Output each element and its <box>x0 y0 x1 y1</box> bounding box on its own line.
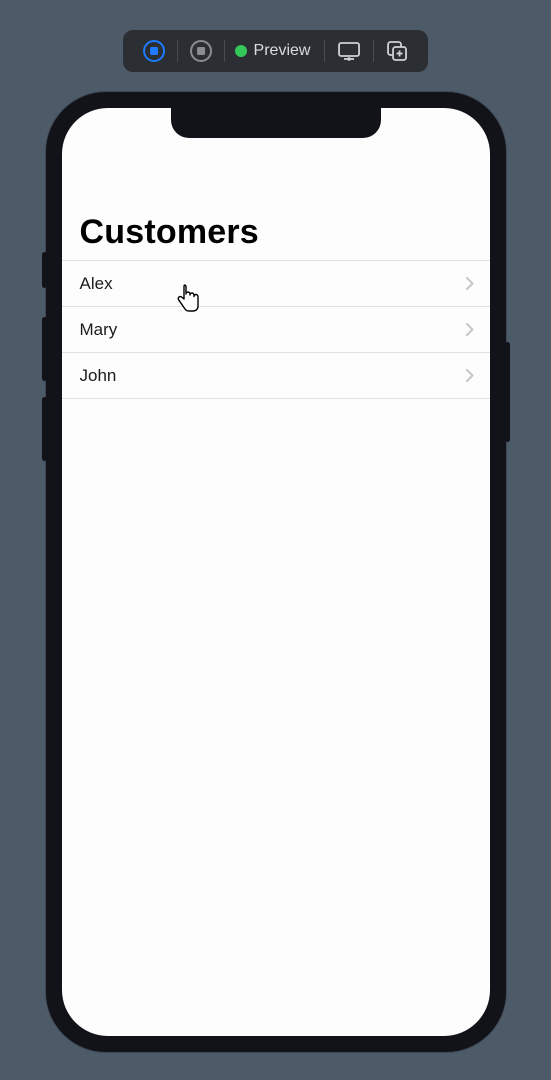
chevron-right-icon <box>466 277 474 290</box>
chevron-right-icon <box>466 323 474 336</box>
status-dot-icon <box>235 45 247 57</box>
page-title: Customers <box>62 213 490 260</box>
customer-list: Alex Mary John <box>62 260 490 399</box>
customer-name: John <box>80 366 117 386</box>
preview-label: Preview <box>254 42 311 60</box>
record-button[interactable] <box>180 36 222 66</box>
duplicate-button[interactable] <box>376 36 418 66</box>
customer-name: Alex <box>80 274 113 294</box>
duplicate-plus-icon <box>386 40 408 62</box>
toolbar-divider <box>177 40 178 62</box>
record-icon <box>190 40 212 62</box>
customer-row[interactable]: Mary <box>62 307 490 353</box>
phone-volume-up <box>42 317 47 381</box>
toolbar-divider <box>373 40 374 62</box>
stop-icon <box>143 40 165 62</box>
customer-row[interactable]: John <box>62 353 490 399</box>
toolbar-divider <box>324 40 325 62</box>
device-select-button[interactable] <box>327 36 371 66</box>
preview-button[interactable]: Preview <box>227 42 323 60</box>
toolbar-divider <box>224 40 225 62</box>
chevron-right-icon <box>466 369 474 382</box>
phone-power-button <box>505 342 510 442</box>
phone-silent-switch <box>42 252 47 288</box>
monitor-icon <box>337 41 361 61</box>
phone-screen: Customers Alex Mary John <box>62 108 490 1036</box>
simulator-toolbar: Preview <box>123 30 429 72</box>
phone-volume-down <box>42 397 47 461</box>
phone-notch <box>171 108 381 138</box>
phone-frame: Customers Alex Mary John <box>46 92 506 1052</box>
stop-button[interactable] <box>133 36 175 66</box>
customer-name: Mary <box>80 320 118 340</box>
app-content: Customers Alex Mary John <box>62 108 490 399</box>
customer-row[interactable]: Alex <box>62 261 490 307</box>
